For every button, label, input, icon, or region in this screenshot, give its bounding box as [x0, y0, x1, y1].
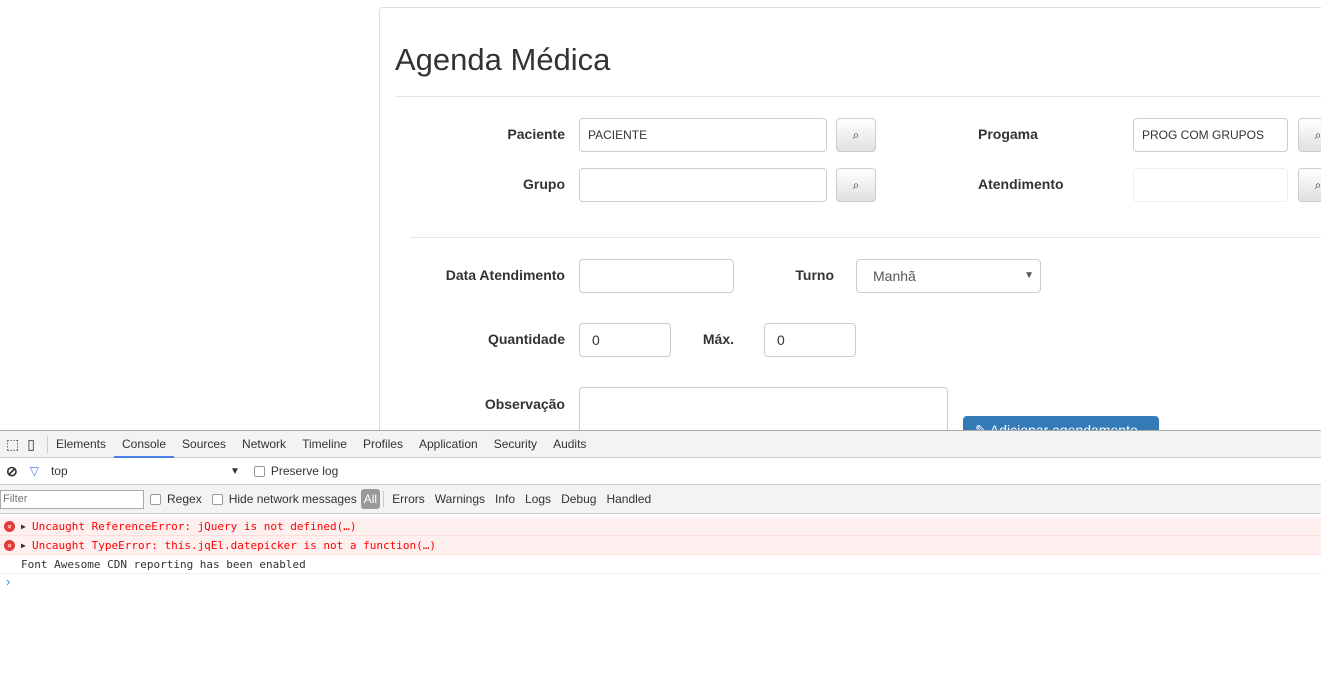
search-icon: ⌕	[1314, 128, 1321, 142]
regex-label: Regex	[167, 492, 202, 506]
paciente-label: Paciente	[507, 126, 565, 142]
filter-icon[interactable]: ▽	[24, 464, 45, 478]
programa-input[interactable]: PROG COM GRUPOS	[1133, 118, 1288, 152]
tab-profiles[interactable]: Profiles	[355, 431, 411, 458]
devtools-panel: ⬚ ▯ Elements Console Sources Network Tim…	[0, 430, 1321, 681]
max-label: Máx.	[702, 331, 734, 347]
search-icon: ⌕	[852, 128, 860, 142]
inspect-icon[interactable]: ⬚	[0, 436, 25, 453]
divider	[383, 491, 385, 507]
grupo-input[interactable]	[579, 168, 827, 202]
context-caret-icon[interactable]: ▼	[230, 466, 240, 477]
tab-console[interactable]: Console	[113, 431, 175, 458]
agenda-form-panel: Agenda Médica Paciente PACIENTE ⌕ Grupo …	[379, 7, 1321, 456]
turno-select[interactable]: Manhã ▼	[856, 259, 1041, 293]
paciente-search-button[interactable]: ⌕	[836, 118, 876, 152]
page-title: Agenda Médica	[395, 42, 611, 77]
level-all[interactable]: All	[360, 489, 381, 509]
atendimento-input[interactable]	[1133, 168, 1288, 202]
paciente-input[interactable]: PACIENTE	[579, 118, 827, 152]
quantidade-label: Quantidade	[487, 331, 565, 347]
divider	[395, 96, 1321, 97]
level-debug[interactable]: Debug	[556, 492, 601, 506]
console-prompt[interactable]: ›	[0, 574, 1321, 589]
tab-network[interactable]: Network	[234, 431, 294, 458]
console-log-message: Font Awesome CDN reporting has been enab…	[0, 555, 1321, 574]
expand-triangle-icon[interactable]: ▶	[21, 517, 26, 536]
preserve-log-label: Preserve log	[270, 464, 339, 478]
tab-security[interactable]: Security	[486, 431, 545, 458]
programa-search-button[interactable]: ⌕	[1298, 118, 1321, 152]
regex-checkbox[interactable]	[150, 493, 161, 505]
observacao-label: Observação	[484, 396, 565, 412]
turno-label: Turno	[795, 267, 834, 283]
turno-value: Manhã	[873, 268, 916, 284]
hide-network-label: Hide network messages	[228, 492, 357, 506]
devtools-tabs: ⬚ ▯ Elements Console Sources Network Tim…	[0, 431, 1321, 458]
tab-application[interactable]: Application	[411, 431, 486, 458]
message-text: Uncaught ReferenceError: jQuery is not d…	[32, 520, 357, 533]
context-select[interactable]: top	[45, 464, 230, 478]
level-handled[interactable]: Handled	[601, 492, 656, 506]
grupo-search-button[interactable]: ⌕	[836, 168, 876, 202]
level-warnings[interactable]: Warnings	[430, 492, 490, 506]
device-toolbar-icon[interactable]: ▯	[25, 435, 48, 453]
preserve-log-checkbox[interactable]	[253, 465, 265, 477]
grupo-label: Grupo	[523, 176, 565, 192]
hide-network-checkbox[interactable]	[211, 493, 223, 505]
console-error-message[interactable]: ✕ ▶ Uncaught ReferenceError: jQuery is not…	[0, 517, 1321, 536]
message-text: Font Awesome CDN reporting has been enab…	[21, 558, 306, 571]
console-toolbar: ⊘ ▽ top ▼ Preserve log	[0, 458, 1321, 485]
data-atendimento-label: Data Atendimento	[445, 267, 565, 283]
caret-down-icon: ▼	[1024, 270, 1034, 281]
divider	[410, 237, 1321, 238]
tab-audits[interactable]: Audits	[545, 431, 594, 458]
tab-sources[interactable]: Sources	[174, 431, 234, 458]
atendimento-search-button[interactable]: ⌕	[1298, 168, 1321, 202]
error-icon: ✕	[4, 521, 15, 532]
console-error-message[interactable]: ✕ ▶ Uncaught TypeError: this.jqEl.datepick…	[0, 536, 1321, 555]
tab-timeline[interactable]: Timeline	[294, 431, 355, 458]
max-input[interactable]: 0	[764, 323, 856, 357]
data-atendimento-input[interactable]	[579, 259, 734, 293]
filter-bar: Regex Hide network messages All Errors W…	[0, 485, 1321, 514]
tab-elements[interactable]: Elements	[48, 431, 114, 458]
filter-input[interactable]	[0, 489, 144, 509]
message-text: Uncaught TypeError: this.jqEl.datepicker…	[32, 539, 436, 552]
level-errors[interactable]: Errors	[387, 492, 430, 506]
search-icon: ⌕	[1314, 178, 1321, 192]
level-info[interactable]: Info	[490, 492, 520, 506]
search-icon: ⌕	[852, 178, 860, 192]
expand-triangle-icon[interactable]: ▶	[21, 536, 26, 555]
error-icon: ✕	[4, 540, 15, 551]
clear-console-icon[interactable]: ⊘	[0, 463, 24, 480]
atendimento-label: Atendimento	[978, 176, 1064, 192]
programa-label: Progama	[978, 126, 1038, 142]
quantidade-input[interactable]: 0	[579, 323, 671, 357]
level-logs[interactable]: Logs	[520, 492, 556, 506]
